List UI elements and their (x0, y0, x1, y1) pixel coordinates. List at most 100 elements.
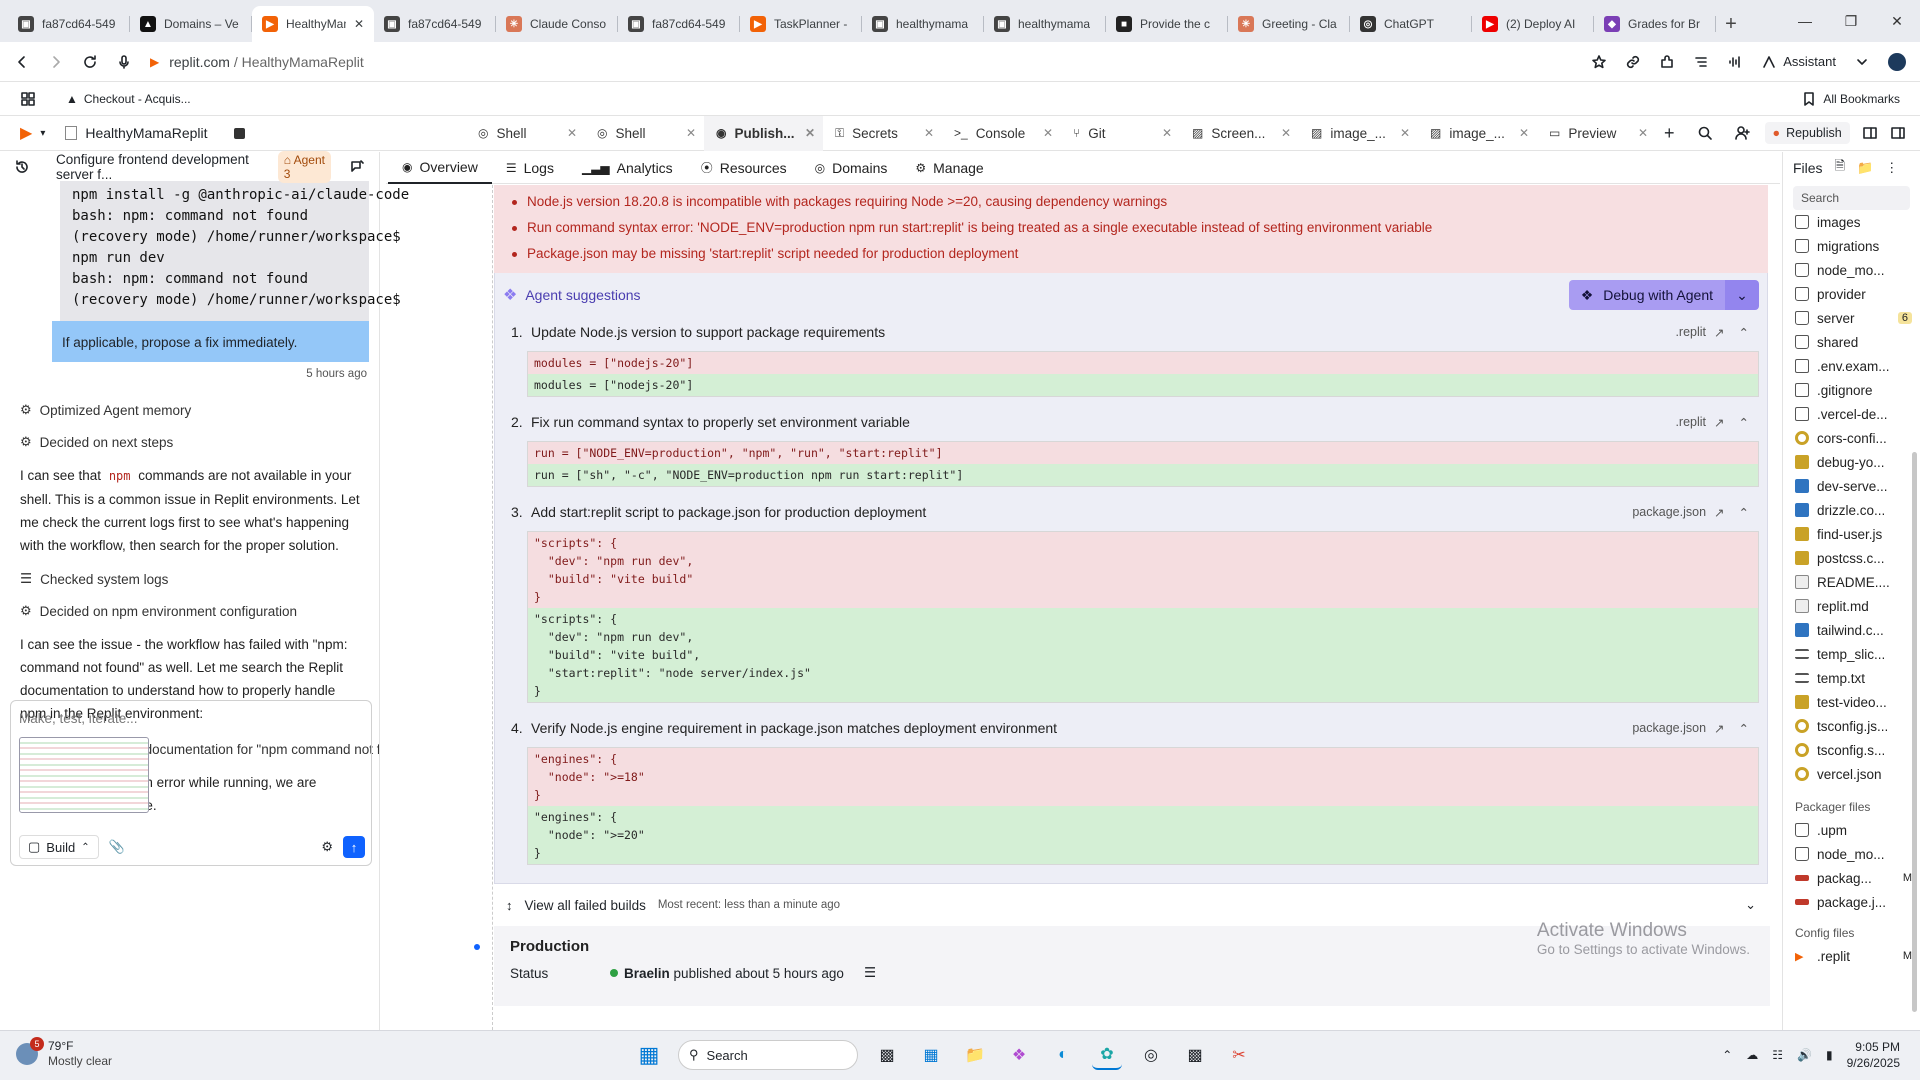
tab-close-icon[interactable]: ✕ (924, 126, 934, 140)
file-item[interactable]: test-video... (1783, 690, 1920, 714)
file-item[interactable]: shared (1783, 330, 1920, 354)
workspace-tab[interactable]: ◎ Shell ✕ (585, 116, 704, 151)
minimize-button[interactable]: — (1782, 0, 1828, 42)
assistant-button[interactable]: Assistant (1761, 54, 1836, 70)
terminal-icon[interactable]: ▩ (1180, 1040, 1210, 1070)
tab-close-icon[interactable]: ✕ (354, 17, 364, 31)
star-icon[interactable] (1591, 54, 1607, 70)
settings-sliders-icon[interactable]: ⚙ (321, 839, 333, 855)
step-checked-logs[interactable]: ☰ Checked system logs (0, 563, 379, 595)
file-item[interactable]: .gitignore (1783, 378, 1920, 402)
browser-tab[interactable]: ▶ (2) Deploy AI (1472, 6, 1594, 42)
republish-button[interactable]: ● Republish (1764, 122, 1850, 144)
tab-close-icon[interactable]: ✕ (1519, 126, 1529, 140)
suggestion-file-link[interactable]: package.json ↗ ⌃ (1632, 721, 1749, 736)
file-item[interactable]: migrations (1783, 234, 1920, 258)
stop-square-icon[interactable] (233, 127, 245, 139)
tab-close-icon[interactable]: ✕ (1400, 126, 1410, 140)
profile-avatar[interactable] (1888, 52, 1906, 71)
subtab-overview[interactable]: ◉ Overview (388, 152, 492, 184)
browser-tab[interactable]: ▶ TaskPlanner - (740, 6, 862, 42)
browser-tab[interactable]: ◆ Grades for Br (1594, 6, 1716, 42)
maximize-button[interactable]: ❐ (1828, 0, 1874, 42)
new-folder-icon[interactable]: 📁 (1857, 160, 1873, 176)
extensions-icon[interactable] (1659, 54, 1675, 70)
file-item[interactable]: server 6 (1783, 306, 1920, 330)
workspace-tab[interactable]: ◎ Shell ✕ (466, 116, 585, 151)
file-item[interactable]: cors-confi... (1783, 426, 1920, 450)
collapse-chevron-icon[interactable]: ⌃ (1739, 415, 1749, 430)
audio-wave-icon[interactable] (1727, 54, 1743, 70)
tab-close-icon[interactable]: ✕ (1043, 126, 1053, 140)
file-item[interactable]: package.j... (1783, 890, 1920, 914)
file-item[interactable]: ▶ .replit M (1783, 944, 1920, 968)
file-item[interactable]: node_mo... (1783, 258, 1920, 282)
reload-icon[interactable] (82, 54, 98, 70)
replit-menu-chevron-icon[interactable]: ▾ (40, 128, 45, 139)
url-field[interactable]: ▶ replit.com / HealthyMamaReplit (150, 54, 1573, 70)
store-icon[interactable]: ▦ (916, 1040, 946, 1070)
task-view-icon[interactable]: ▩ (872, 1040, 902, 1070)
more-icon[interactable]: ⋮ (1885, 160, 1898, 176)
suggestion-header[interactable]: 2. Fix run command syntax to properly set… (511, 407, 1759, 437)
step-optimized-memory[interactable]: ⚙ Optimized Agent memory (0, 394, 379, 426)
weather-widget[interactable]: 5 79°F Mostly clear (16, 1037, 112, 1069)
file-item[interactable]: provider (1783, 282, 1920, 306)
file-item[interactable]: README.... (1783, 570, 1920, 594)
debug-with-agent-button[interactable]: ❖ Debug with Agent ⌄ (1568, 280, 1759, 310)
step-decided-next[interactable]: ⚙ Decided on next steps (0, 426, 379, 458)
tab-close-icon[interactable]: ✕ (567, 126, 577, 140)
suggestion-header[interactable]: 3. Add start:replit script to package.jso… (511, 497, 1759, 527)
tab-close-icon[interactable]: ✕ (1281, 126, 1291, 140)
browser-tab[interactable]: ▶ HealthyMama ✕ (252, 6, 374, 42)
browser-tab[interactable]: ▣ fa87cd64-549 (8, 6, 130, 42)
sidebar-toggle-icon[interactable] (1890, 125, 1906, 141)
tab-close-icon[interactable]: ✕ (1162, 126, 1172, 140)
browser-tab[interactable]: ✳ Greeting - Cla (1228, 6, 1350, 42)
replit-logo[interactable]: ▶ (20, 123, 32, 143)
subtab-manage[interactable]: ⚙ Manage (901, 152, 997, 184)
suggestion-file-link[interactable]: package.json ↗ ⌃ (1632, 505, 1749, 520)
file-item[interactable]: vercel.json (1783, 762, 1920, 786)
file-explorer-icon[interactable]: 📁 (960, 1040, 990, 1070)
workspace-tab[interactable]: ▨ image_... ✕ (1418, 116, 1537, 151)
browser-tab[interactable]: ✳ Claude Conso (496, 6, 618, 42)
search-icon[interactable] (1697, 125, 1713, 141)
browser-tab[interactable]: ◎ ChatGPT (1350, 6, 1472, 42)
attachment-thumbnail[interactable] (19, 737, 149, 813)
history-icon[interactable] (14, 159, 30, 175)
chrome-icon[interactable]: ◎ (1136, 1040, 1166, 1070)
file-item[interactable]: find-user.js (1783, 522, 1920, 546)
tab-close-icon[interactable]: ✕ (805, 126, 815, 140)
browser-tab[interactable]: ▲ Domains – Ve (130, 6, 252, 42)
step-decided-npm[interactable]: ⚙ Decided on npm environment configuratio… (0, 595, 379, 627)
file-item[interactable]: dev-serve... (1783, 474, 1920, 498)
workspace-tab[interactable]: ⚿ Secrets ✕ (823, 116, 942, 151)
list-icon[interactable]: ☰ (864, 965, 876, 981)
reading-list-icon[interactable] (1693, 54, 1709, 70)
subtab-logs[interactable]: ☰ Logs (492, 152, 568, 184)
file-item[interactable]: debug-yo... (1783, 450, 1920, 474)
browser-tab[interactable]: ▣ fa87cd64-549 (374, 6, 496, 42)
workspace-tab[interactable]: ◉ Publish... ✕ (704, 115, 823, 151)
microphone-icon[interactable] (116, 54, 132, 70)
file-item[interactable]: .env.exam... (1783, 354, 1920, 378)
send-button[interactable]: ↑ (343, 836, 365, 858)
workspace-tab[interactable]: ⑂ Git ✕ (1061, 116, 1180, 151)
collapse-chevron-icon[interactable]: ⌃ (1739, 325, 1749, 340)
new-file-icon[interactable]: 🗎 (1835, 157, 1845, 179)
new-tab-button[interactable]: + (1716, 6, 1746, 42)
file-item[interactable]: tailwind.c... (1783, 618, 1920, 642)
clock[interactable]: 9:05 PM 9/26/2025 (1847, 1039, 1900, 1071)
file-item[interactable]: temp_slic... (1783, 642, 1920, 666)
suggestion-file-link[interactable]: .replit ↗ ⌃ (1675, 415, 1749, 430)
attach-icon[interactable]: 📎 (109, 839, 125, 855)
browser-tab[interactable]: ▣ healthymama (984, 6, 1106, 42)
file-item[interactable]: tsconfig.js... (1783, 714, 1920, 738)
battery-icon[interactable]: ▮ (1826, 1048, 1833, 1062)
browser-tab[interactable]: ■ Provide the c (1106, 6, 1228, 42)
collapse-chevron-icon[interactable]: ⌃ (1739, 505, 1749, 520)
chat-input[interactable]: Make, test, iterate... (11, 701, 371, 737)
new-chat-icon[interactable] (349, 159, 365, 175)
file-item[interactable]: tsconfig.s... (1783, 738, 1920, 762)
